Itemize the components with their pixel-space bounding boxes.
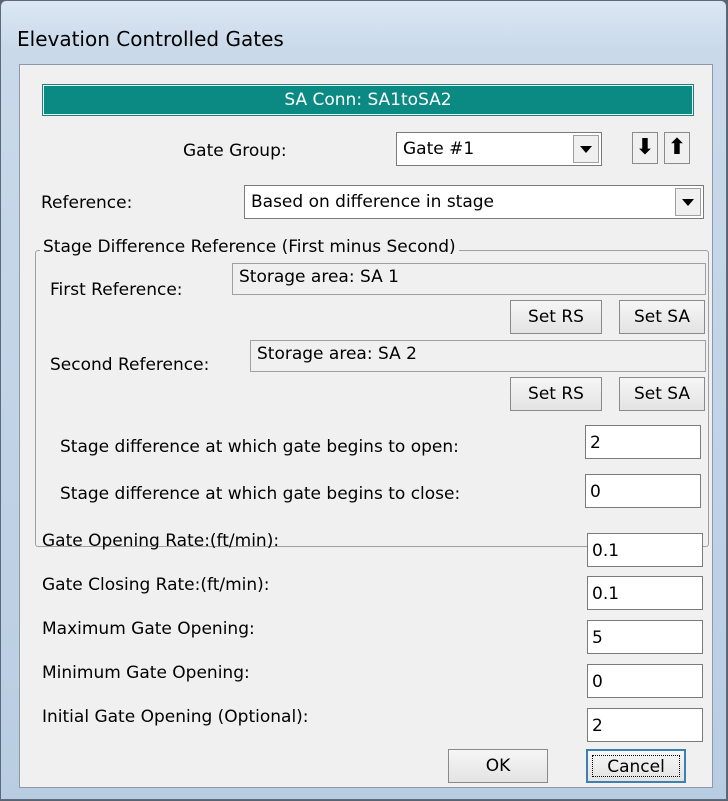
second-set-sa-button[interactable]: Set SA (619, 377, 705, 411)
min-opening-input[interactable]: 0 (587, 664, 703, 698)
reference-value: Based on difference in stage (251, 192, 495, 212)
first-set-rs-button[interactable]: Set RS (510, 300, 602, 334)
gate-group-value: Gate #1 (403, 139, 475, 159)
focus-rectangle (592, 755, 680, 777)
initial-opening-label: Initial Gate Opening (Optional): (42, 707, 309, 727)
close-threshold-input[interactable]: 0 (585, 474, 701, 508)
max-opening-label: Maximum Gate Opening: (42, 619, 255, 639)
move-up-button[interactable]: ⬆ (664, 132, 690, 164)
opening-rate-label: Gate Opening Rate:(ft/min): (42, 531, 280, 551)
ok-button[interactable]: OK (448, 749, 548, 783)
reference-select[interactable]: Based on difference in stage (244, 185, 704, 219)
min-opening-label: Minimum Gate Opening: (42, 663, 250, 683)
chevron-down-icon[interactable] (675, 188, 701, 216)
second-reference-label: Second Reference: (50, 355, 210, 375)
dialog-window: Elevation Controlled Gates SA Conn: SA1t… (0, 0, 727, 800)
reference-label: Reference: (41, 193, 133, 213)
dialog-client-area: SA Conn: SA1toSA2 Gate Group: Gate #1 ⬇ … (19, 64, 713, 788)
move-down-button[interactable]: ⬇ (632, 132, 658, 164)
open-threshold-label: Stage difference at which gate begins to… (60, 437, 459, 457)
arrow-up-icon: ⬆ (667, 135, 687, 160)
second-set-rs-button[interactable]: Set RS (510, 377, 602, 411)
gate-group-label: Gate Group: (183, 141, 287, 161)
connection-banner: SA Conn: SA1toSA2 (43, 85, 693, 115)
first-set-sa-button[interactable]: Set SA (619, 300, 705, 334)
initial-opening-input[interactable]: 2 (587, 708, 703, 742)
second-reference-field: Storage area: SA 2 (250, 340, 706, 372)
cancel-button[interactable]: Cancel (586, 749, 686, 783)
gate-group-select[interactable]: Gate #1 (396, 132, 602, 166)
closing-rate-input[interactable]: 0.1 (587, 576, 703, 610)
closing-rate-label: Gate Closing Rate:(ft/min): (42, 575, 270, 595)
close-threshold-label: Stage difference at which gate begins to… (60, 484, 461, 504)
first-reference-field: Storage area: SA 1 (232, 263, 706, 295)
opening-rate-input[interactable]: 0.1 (587, 533, 703, 567)
window-title: Elevation Controlled Gates (17, 27, 284, 51)
open-threshold-input[interactable]: 2 (585, 425, 701, 459)
arrow-down-icon: ⬇ (635, 135, 655, 160)
first-reference-label: First Reference: (50, 280, 183, 300)
stage-difference-legend: Stage Difference Reference (First minus … (40, 237, 459, 257)
chevron-down-icon[interactable] (573, 135, 599, 163)
max-opening-input[interactable]: 5 (587, 620, 703, 654)
